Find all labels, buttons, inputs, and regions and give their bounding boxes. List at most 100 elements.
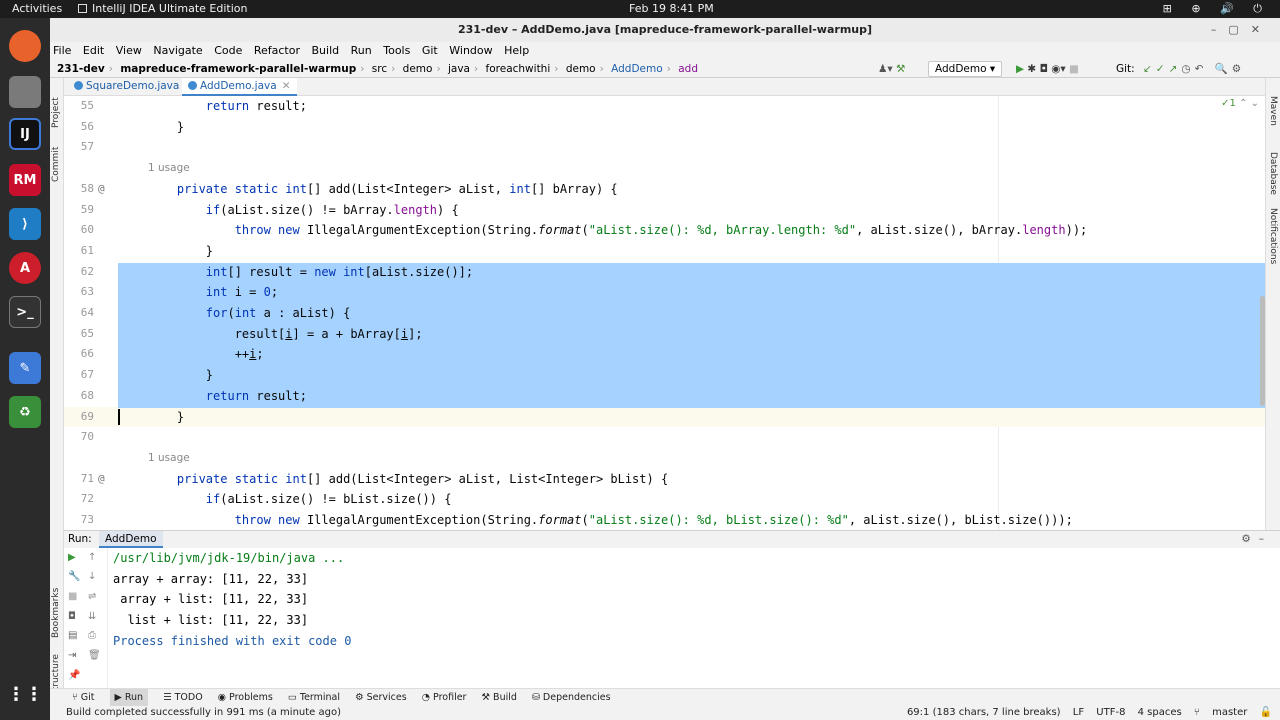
tool-tab-profiler[interactable]: ◔ Profiler	[422, 689, 467, 706]
breadcrumb-java[interactable]: java	[448, 63, 470, 75]
firefox-icon[interactable]	[9, 30, 41, 62]
menu-window[interactable]: Window	[449, 44, 492, 57]
code-text: private static int[] add(List<Integer> a…	[176, 471, 669, 486]
usage-hint[interactable]: 1 usage	[64, 448, 1265, 468]
scroll-up-icon[interactable]: ↑	[88, 552, 96, 563]
tool-tab-git[interactable]: ⑂ Git	[72, 689, 94, 706]
code-text: return result;	[148, 388, 307, 403]
menu-code[interactable]: Code	[214, 44, 242, 57]
rubymine-icon[interactable]: RM	[9, 164, 41, 196]
activities-button[interactable]: Activities	[12, 2, 62, 15]
breadcrumb-demo-package[interactable]: demo	[566, 63, 596, 75]
console-output[interactable]: /usr/lib/jvm/jdk-19/bin/java ... array + …	[113, 548, 351, 652]
show-apps-icon[interactable]: ⋮⋮	[7, 678, 43, 710]
code-text: for(int a : aList) {	[205, 306, 351, 320]
run-settings-icons[interactable]: ⚙–	[1241, 531, 1272, 548]
tool-tab-terminal[interactable]: ▭ Terminal	[288, 689, 340, 706]
app-menu[interactable]: IntelliJ IDEA Ultimate Edition	[78, 2, 247, 15]
clear-icon[interactable]: 🗑	[88, 650, 101, 661]
code-line: 59 if(aList.size() != bArray.length) {	[64, 200, 1265, 220]
override-gutter-icon[interactable]: @	[98, 179, 105, 199]
menu-view[interactable]: View	[116, 44, 142, 57]
menu-git[interactable]: Git	[422, 44, 438, 57]
breadcrumb-demo[interactable]: demo	[403, 63, 433, 75]
exit-icon[interactable]: ⇥	[68, 650, 76, 661]
tab-adddemo[interactable]: AddDemo.java ✕	[182, 78, 297, 96]
line-separator[interactable]: LF	[1073, 707, 1084, 718]
project-tool-tab[interactable]: Project	[51, 97, 61, 128]
line-number: 63	[80, 285, 94, 299]
clock[interactable]: Feb 19 8:41 PM	[629, 2, 714, 15]
git-toolbar-icons[interactable]: ↙✓↗◷↶ 🔍⚙	[1143, 60, 1245, 78]
vscode-icon[interactable]: ⟩	[9, 208, 41, 240]
text-editor-icon[interactable]: ✎	[9, 352, 41, 384]
menu-navigate[interactable]: Navigate	[153, 44, 202, 57]
menu-file[interactable]: File	[53, 44, 71, 57]
trash-icon[interactable]: ♻	[9, 396, 41, 428]
status-message[interactable]: Build completed successfully in 991 ms (…	[66, 707, 341, 718]
code-text: if(aList.size() != bArray.length) {	[205, 202, 459, 217]
scroll-end-icon[interactable]: ⇊	[88, 611, 96, 622]
tool-tab-run[interactable]: ▶ Run	[109, 689, 149, 706]
lock-icon[interactable]: 🔓	[1260, 707, 1272, 718]
git-branch[interactable]: ⑂ master	[1194, 707, 1247, 718]
rerun-icon[interactable]: ▶	[68, 552, 76, 563]
code-line: 56 }	[64, 117, 1265, 137]
scroll-down-icon[interactable]: ↓	[88, 571, 96, 582]
run-config-select[interactable]: AddDemo ▾	[928, 61, 1003, 77]
terminal-icon[interactable]: >_	[9, 296, 41, 328]
breadcrumb-package[interactable]: foreachwithi	[486, 63, 551, 75]
menu-refactor[interactable]: Refactor	[254, 44, 300, 57]
vcs-user-icon[interactable]: ♟▾ ⚒	[878, 60, 905, 78]
build-hammer-icon[interactable]: ⚒	[896, 63, 905, 75]
app-a-icon[interactable]: A	[9, 252, 41, 284]
override-gutter-icon[interactable]: @	[98, 469, 105, 489]
intellij-icon[interactable]: IJ	[9, 118, 41, 150]
tab-squaredemo[interactable]: SquareDemo.java	[68, 78, 185, 96]
tool-tab-build[interactable]: ⚒ Build	[482, 689, 517, 706]
file-encoding[interactable]: UTF-8	[1096, 707, 1125, 718]
console-line[interactable]: /usr/lib/jvm/jdk-19/bin/java ...	[113, 548, 351, 569]
indent-setting[interactable]: 4 spaces	[1138, 707, 1182, 718]
tool-tab-problems[interactable]: ◉ Problems	[218, 689, 273, 706]
breadcrumb-class[interactable]: AddDemo	[611, 63, 663, 75]
stop-icon[interactable]: ■	[68, 591, 77, 602]
maven-tool-tab[interactable]: Maven	[1268, 96, 1278, 126]
tool-tab-todo[interactable]: ☰ TODO	[163, 689, 203, 706]
files-icon[interactable]	[9, 76, 41, 108]
breadcrumb-method[interactable]: add	[678, 63, 698, 75]
caret-position[interactable]: 69:1 (183 chars, 7 line breaks)	[907, 707, 1061, 718]
pin-icon[interactable]: 📌	[68, 670, 80, 681]
run-tab-adddemo[interactable]: AddDemo	[99, 531, 163, 548]
bookmarks-tool-tab[interactable]: Bookmarks	[51, 588, 61, 638]
close-tab-icon[interactable]: ✕	[282, 80, 291, 92]
menu-build[interactable]: Build	[312, 44, 340, 57]
tool-tab-dependencies[interactable]: ⛁ Dependencies	[532, 689, 611, 706]
line-number: 57	[80, 140, 94, 154]
database-tool-tab[interactable]: Database	[1268, 152, 1278, 195]
breadcrumb-module[interactable]: mapreduce-framework-parallel-warmup	[120, 63, 356, 75]
print-icon[interactable]: ⎙	[88, 630, 96, 641]
tab-label: SquareDemo.java	[86, 80, 180, 92]
menu-tools[interactable]: Tools	[383, 44, 410, 57]
system-tray[interactable]: ⊞ ⊕ 🔊 ⏻	[1163, 2, 1270, 16]
layout-icon[interactable]: ▤	[68, 630, 77, 641]
code-editor[interactable]: ✓1 ⌃ ⌄ 55 return result; 56 } 57 1 usage…	[64, 96, 1265, 530]
console-line: array + array: [11, 22, 33]	[113, 571, 309, 586]
notifications-tool-tab[interactable]: Notifications	[1268, 208, 1278, 264]
wrench-icon[interactable]: 🔧	[68, 571, 80, 582]
menu-run[interactable]: Run	[351, 44, 372, 57]
breadcrumb-src[interactable]: src	[372, 63, 387, 75]
window-controls[interactable]: –▢✕	[1211, 18, 1272, 42]
breadcrumb-project[interactable]: 231-dev	[57, 63, 105, 75]
menu-edit[interactable]: Edit	[83, 44, 104, 57]
tool-tab-services[interactable]: ⚙ Services	[355, 689, 407, 706]
menu-help[interactable]: Help	[504, 44, 529, 57]
run-toolbar-icons[interactable]: ▶ ✱ ◘ ◉▾ ■	[1016, 60, 1079, 78]
soft-wrap-icon[interactable]: ⇌	[88, 591, 96, 602]
commit-tool-tab[interactable]: Commit	[51, 147, 61, 182]
usage-hint[interactable]: 1 usage	[64, 158, 1265, 178]
status-bar: Build completed successfully in 991 ms (…	[50, 706, 1280, 720]
console-line: Process finished with exit code 0	[113, 633, 352, 648]
camera-icon[interactable]: ◘	[68, 611, 76, 622]
